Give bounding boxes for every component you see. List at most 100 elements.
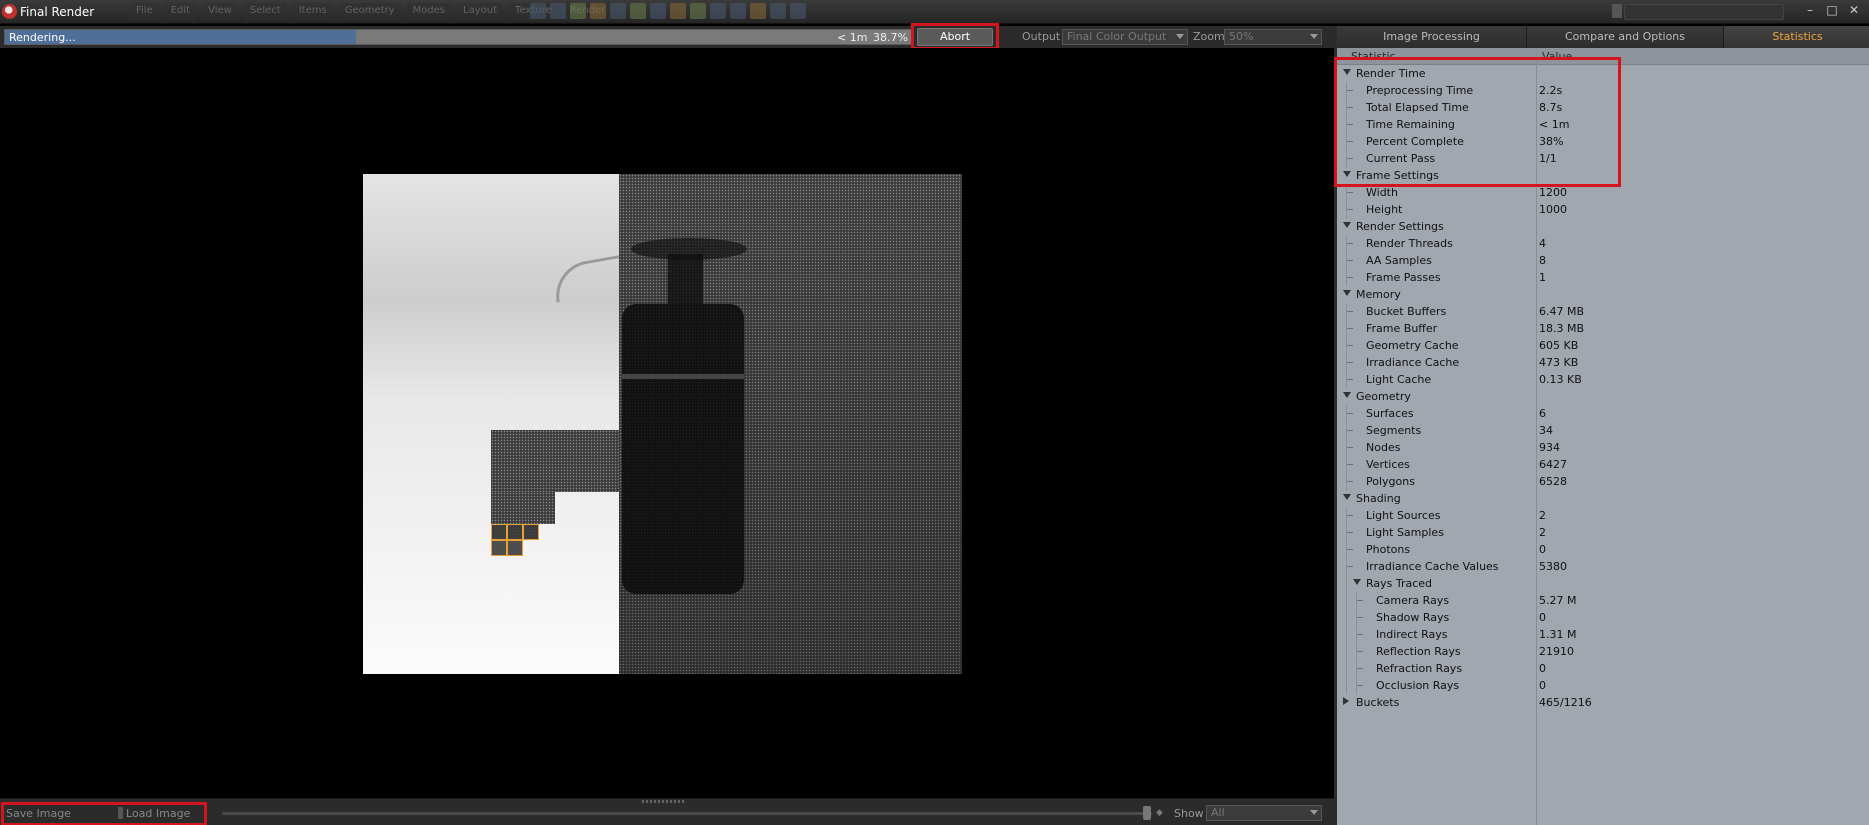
timeline-slider-handle[interactable] xyxy=(1143,806,1151,820)
active-bucket xyxy=(523,524,539,540)
stat-label: Render Settings xyxy=(1356,220,1444,233)
stat-label: Irradiance Cache Values xyxy=(1366,560,1499,573)
tree-branch-icon xyxy=(1357,634,1363,635)
stat-label: Light Cache xyxy=(1366,373,1432,386)
stat-label: Memory xyxy=(1356,288,1401,301)
stat-value: 21910 xyxy=(1539,645,1574,658)
stat-value: 2 xyxy=(1539,526,1546,539)
stat-value: 6528 xyxy=(1539,475,1567,488)
stat-group-row[interactable]: Frame Settings xyxy=(1337,167,1869,184)
zoom-select-value: 50% xyxy=(1229,30,1254,43)
stat-label: Height xyxy=(1366,203,1403,216)
tree-branch-icon xyxy=(1347,328,1353,329)
stat-value: 465/1216 xyxy=(1539,696,1592,709)
stat-value: 1/1 xyxy=(1539,152,1557,165)
stat-value: 1 xyxy=(1539,271,1546,284)
stat-value: 0 xyxy=(1539,611,1546,624)
tree-branch-icon xyxy=(1347,532,1353,533)
tab-compare-and-options[interactable]: Compare and Options xyxy=(1527,26,1724,48)
panel-tab-bar: Image Processing Compare and Options Sta… xyxy=(1337,26,1869,48)
zoom-select[interactable]: 50% xyxy=(1224,29,1322,45)
tree-branch-icon xyxy=(1357,685,1363,686)
expand-arrow-icon[interactable] xyxy=(1343,697,1349,705)
active-bucket xyxy=(507,524,523,540)
close-icon[interactable]: ✕ xyxy=(1844,2,1864,19)
column-header-statistic[interactable]: Statistic xyxy=(1351,50,1396,63)
stat-row: Total Elapsed Time 8.7s xyxy=(1337,99,1869,116)
tree-branch-icon xyxy=(1357,668,1363,669)
maximize-icon[interactable]: □ xyxy=(1822,2,1842,19)
load-image-button[interactable]: Load Image xyxy=(126,807,190,820)
stat-row: Light Cache 0.13 KB xyxy=(1337,371,1869,388)
active-bucket xyxy=(491,540,507,556)
collapse-arrow-icon[interactable] xyxy=(1343,222,1351,228)
resize-grip[interactable] xyxy=(642,800,686,803)
stat-row: Segments 34 xyxy=(1337,422,1869,439)
tab-image-processing[interactable]: Image Processing xyxy=(1337,26,1527,48)
stat-row: Time Remaining < 1m xyxy=(1337,116,1869,133)
stat-value: 1200 xyxy=(1539,186,1567,199)
stat-group-row[interactable]: Rays Traced xyxy=(1337,575,1869,592)
stat-group-row[interactable]: Shading xyxy=(1337,490,1869,507)
stat-group-row[interactable]: Render Settings xyxy=(1337,218,1869,235)
stat-label: Width xyxy=(1366,186,1398,199)
show-select-value: All xyxy=(1211,806,1225,819)
stat-group-row[interactable]: Geometry xyxy=(1337,388,1869,405)
stat-value: 0 xyxy=(1539,679,1546,692)
background-search-field xyxy=(1624,4,1784,20)
tree-branch-icon xyxy=(1347,124,1353,125)
stat-label: Refraction Rays xyxy=(1376,662,1463,675)
stat-row: AA Samples 8 xyxy=(1337,252,1869,269)
collapse-arrow-icon[interactable] xyxy=(1343,290,1351,296)
render-viewport[interactable] xyxy=(0,48,1334,798)
bottle-pump-silhouette xyxy=(668,254,703,304)
tree-branch-icon xyxy=(1347,345,1353,346)
stat-value: 0 xyxy=(1539,543,1546,556)
tab-statistics[interactable]: Statistics xyxy=(1724,26,1869,48)
timeline-slider[interactable] xyxy=(222,812,1152,815)
stat-value: 38% xyxy=(1539,135,1564,148)
tree-branch-icon xyxy=(1357,600,1363,601)
output-select[interactable]: Final Color Output xyxy=(1062,29,1188,45)
collapse-arrow-icon[interactable] xyxy=(1343,69,1351,75)
tree-branch-icon xyxy=(1347,379,1353,380)
collapse-arrow-icon[interactable] xyxy=(1343,494,1351,500)
statistics-panel: Image Processing Compare and Options Sta… xyxy=(1334,26,1869,825)
render-status: Rendering... xyxy=(9,31,76,44)
stat-label: Nodes xyxy=(1366,441,1401,454)
stat-label: Preprocessing Time xyxy=(1366,84,1474,97)
stat-row: Vertices 6427 xyxy=(1337,456,1869,473)
stat-value: 4 xyxy=(1539,237,1546,250)
stat-row: Width 1200 xyxy=(1337,184,1869,201)
stat-value: 5.27 M xyxy=(1539,594,1577,607)
stat-value: 34 xyxy=(1539,424,1553,437)
stat-value: 5380 xyxy=(1539,560,1567,573)
tree-branch-icon xyxy=(1347,192,1353,193)
collapse-arrow-icon[interactable] xyxy=(1343,171,1351,177)
save-image-button[interactable]: Save Image xyxy=(6,807,71,820)
stat-row: Indirect Rays 1.31 M xyxy=(1337,626,1869,643)
tree-branch-icon xyxy=(1347,362,1353,363)
render-preview-image xyxy=(363,174,962,674)
stat-label: AA Samples xyxy=(1366,254,1432,267)
tree-branch-icon xyxy=(1357,651,1363,652)
minimize-icon[interactable]: – xyxy=(1800,2,1820,19)
abort-button[interactable]: Abort xyxy=(917,28,993,46)
stat-row: Occlusion Rays 0 xyxy=(1337,677,1869,694)
button-divider xyxy=(118,807,123,819)
stat-row: Current Pass 1/1 xyxy=(1337,150,1869,167)
stat-group-row[interactable]: Render Time xyxy=(1337,65,1869,82)
stat-row: Bucket Buffers 6.47 MB xyxy=(1337,303,1869,320)
tree-branch-icon xyxy=(1347,481,1353,482)
show-select[interactable]: All xyxy=(1206,805,1322,821)
tree-branch-icon xyxy=(1347,90,1353,91)
stat-group-row[interactable]: Buckets 465/1216 xyxy=(1337,694,1869,711)
collapse-arrow-icon[interactable] xyxy=(1353,579,1361,585)
stat-value: 473 KB xyxy=(1539,356,1579,369)
active-bucket xyxy=(507,540,523,556)
stat-value: 2.2s xyxy=(1539,84,1563,97)
stat-row: Height 1000 xyxy=(1337,201,1869,218)
stat-group-row[interactable]: Memory xyxy=(1337,286,1869,303)
column-header-value[interactable]: Value xyxy=(1542,50,1572,63)
collapse-arrow-icon[interactable] xyxy=(1343,392,1351,398)
